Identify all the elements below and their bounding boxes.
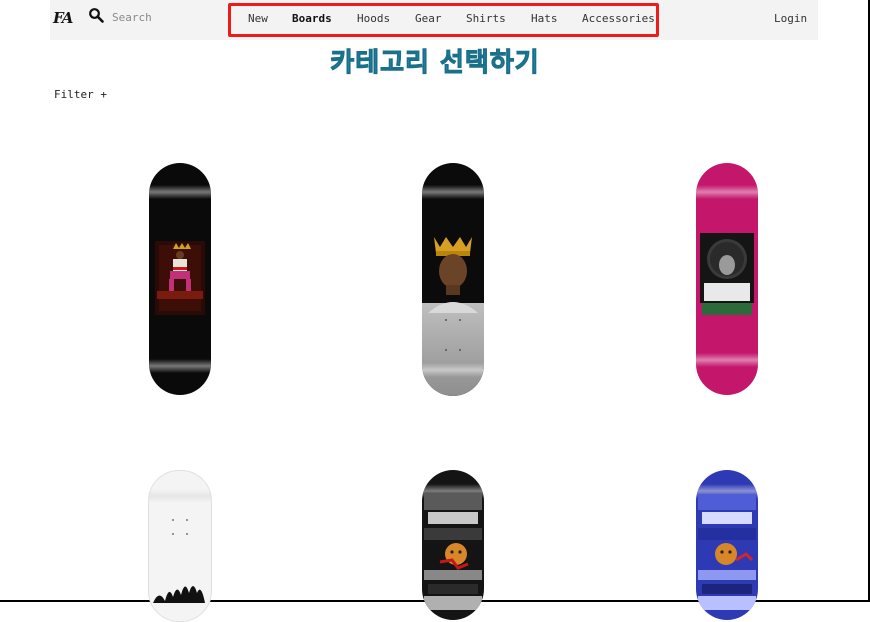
nav-item-shirts[interactable]: Shirts	[466, 12, 506, 25]
search-input[interactable]: Search	[112, 11, 152, 24]
nav-item-hoods[interactable]: Hoods	[357, 12, 390, 25]
search-icon[interactable]	[88, 7, 104, 23]
nav-item-new[interactable]: New	[248, 12, 268, 25]
product-card-deck-6[interactable]	[696, 470, 758, 620]
deck-graphic-crowned-portrait	[428, 237, 478, 313]
nav-item-gear[interactable]: Gear	[415, 12, 442, 25]
deck-graphic-collage-dark	[424, 494, 482, 610]
brand-logo[interactable]: FA	[53, 9, 73, 27]
annotation-caption: 카테고리 선택하기	[330, 48, 540, 79]
nav-item-hats[interactable]: Hats	[531, 12, 558, 25]
deck-graphic-dreadlocks	[153, 586, 205, 603]
product-card-deck-5[interactable]	[422, 470, 484, 620]
deck-graphic-collage-blue	[698, 494, 756, 610]
product-card-deck-2[interactable]	[422, 163, 484, 396]
product-card-deck-3[interactable]	[696, 163, 758, 395]
deck-graphic-afro-portrait	[700, 233, 754, 315]
login-link[interactable]: Login	[774, 12, 807, 25]
filter-toggle[interactable]: Filter +	[54, 88, 107, 101]
product-card-deck-1[interactable]	[149, 163, 211, 395]
deck-graphic-throne	[155, 241, 205, 315]
nav-item-boards[interactable]: Boards	[292, 12, 332, 25]
product-card-deck-4[interactable]	[148, 470, 212, 622]
nav-item-accessories[interactable]: Accessories	[582, 12, 655, 25]
